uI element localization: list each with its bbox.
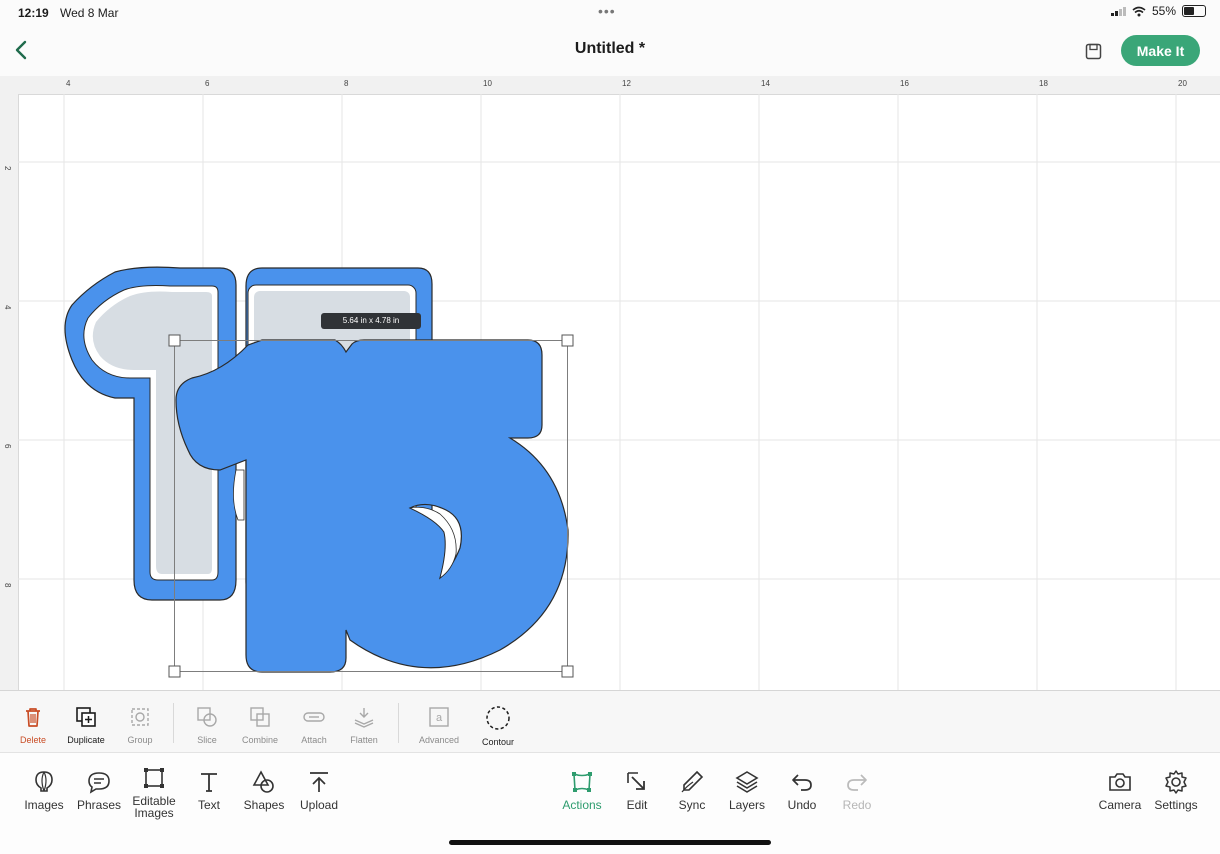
nav-camera[interactable]: Camera [1090, 769, 1150, 811]
redo-icon [847, 774, 867, 791]
resize-handle-bottom-left[interactable] [168, 665, 181, 678]
nav-undo[interactable]: Undo [772, 769, 832, 811]
nav-shapes-label: Shapes [243, 798, 285, 812]
group-label: Group [127, 735, 153, 745]
sync-icon [681, 770, 704, 793]
nav-layers-label: Layers [728, 798, 766, 812]
nav-redo[interactable]: Redo [827, 769, 887, 811]
delete-label: Delete [19, 735, 46, 745]
duplicate-icon [76, 707, 96, 727]
dimension-tooltip: 5.64 in x 4.78 in [321, 313, 421, 329]
nav-undo-label: Undo [787, 798, 817, 812]
text-icon [201, 773, 217, 792]
flatten-button[interactable]: Flatten [338, 705, 390, 745]
contour-button[interactable]: Contour [472, 705, 524, 747]
editable-images-icon [144, 768, 164, 788]
nav-images-label: Images [24, 798, 64, 812]
battery-fill [1184, 7, 1195, 15]
project-title: Untitled * [574, 40, 646, 57]
flatten-label: Flatten [350, 735, 378, 745]
slice-icon [197, 707, 217, 727]
cellular-signal-icon [1110, 6, 1126, 16]
nav-text-label: Text [197, 798, 220, 812]
action-separator [173, 703, 174, 743]
nav-layers[interactable]: Layers [717, 769, 777, 811]
speech-bubble-icon [88, 772, 110, 794]
edit-icon [627, 772, 645, 790]
resize-handle-top-left[interactable] [168, 334, 181, 347]
save-button[interactable] [1082, 40, 1104, 62]
images-icon [35, 771, 53, 792]
attach-label: Attach [301, 735, 327, 745]
nav-editable-images[interactable]: Editable Images [124, 765, 184, 819]
bottom-navigation: Images Phrases Editable Images Text Shap… [0, 752, 1220, 854]
nav-phrases[interactable]: Phrases [69, 769, 129, 811]
actions-icon [572, 772, 592, 792]
contour-icon [486, 706, 510, 730]
combine-label: Combine [241, 735, 279, 745]
attach-button[interactable]: Attach [288, 705, 340, 745]
action-separator [398, 703, 399, 743]
edit-action-bar: Delete Duplicate Group Slice Combine Att… [0, 690, 1220, 753]
resize-handle-bottom-right[interactable] [561, 665, 574, 678]
nav-sync-label: Sync [678, 798, 706, 812]
advanced-label: Advanced [418, 735, 460, 745]
combine-icon [250, 707, 270, 727]
trash-icon [26, 708, 40, 727]
nav-upload[interactable]: Upload [289, 769, 349, 811]
nav-actions-label: Actions [562, 798, 602, 812]
shapes-icon [252, 770, 274, 793]
duplicate-label: Duplicate [67, 735, 105, 745]
design-canvas[interactable]: 4 6 8 10 12 14 16 18 20 2468 5.64 in x 4… [0, 76, 1220, 690]
multitasking-dots-icon[interactable]: ••• [598, 3, 616, 19]
nav-edit-label: Edit [626, 798, 648, 812]
gear-icon [1165, 770, 1187, 794]
battery-percent: 55% [1151, 4, 1176, 18]
attach-icon [303, 712, 325, 722]
camera-icon [1109, 773, 1131, 791]
contour-label: Contour [481, 737, 515, 747]
header: Untitled * Make It [0, 26, 1220, 76]
status-time: 12:19 [18, 6, 49, 20]
duplicate-button[interactable]: Duplicate [60, 705, 112, 745]
nav-sync[interactable]: Sync [662, 769, 722, 811]
save-icon [1085, 43, 1101, 59]
nav-settings-label: Settings [1154, 798, 1198, 812]
nav-camera-label: Camera [1098, 798, 1142, 812]
layers-icon [735, 771, 759, 793]
status-date: Wed 8 Mar [60, 6, 119, 20]
nav-actions[interactable]: Actions [552, 769, 612, 811]
slice-label: Slice [197, 735, 217, 745]
battery-icon [1182, 5, 1206, 17]
home-indicator[interactable] [449, 840, 771, 845]
nav-editable-images-label-2: Images [134, 806, 174, 820]
undo-icon [792, 774, 812, 791]
nav-phrases-label: Phrases [76, 798, 122, 812]
status-right: 55% [1110, 4, 1206, 18]
nav-text[interactable]: Text [179, 769, 239, 811]
advanced-button[interactable]: a Advanced [413, 705, 465, 745]
group-button[interactable]: Group [114, 705, 166, 745]
nav-settings[interactable]: Settings [1146, 769, 1206, 811]
slice-button[interactable]: Slice [181, 705, 233, 745]
delete-button[interactable]: Delete [7, 705, 59, 745]
wifi-icon [1132, 6, 1146, 16]
group-icon [131, 708, 149, 726]
combine-button[interactable]: Combine [234, 705, 286, 745]
status-bar: 12:19 Wed 8 Mar ••• 55% [0, 0, 1220, 26]
make-it-button[interactable]: Make It [1121, 35, 1200, 66]
flatten-icon [354, 708, 374, 728]
nav-redo-label: Redo [842, 798, 872, 812]
resize-handle-top-right[interactable] [561, 334, 574, 347]
advanced-icon: a [429, 707, 449, 727]
upload-icon [310, 772, 328, 792]
svg-text:a: a [436, 712, 443, 724]
nav-shapes[interactable]: Shapes [234, 769, 294, 811]
nav-upload-label: Upload [299, 798, 339, 812]
nav-edit[interactable]: Edit [607, 769, 667, 811]
nav-images[interactable]: Images [14, 769, 74, 811]
design-artwork[interactable] [0, 76, 1220, 690]
